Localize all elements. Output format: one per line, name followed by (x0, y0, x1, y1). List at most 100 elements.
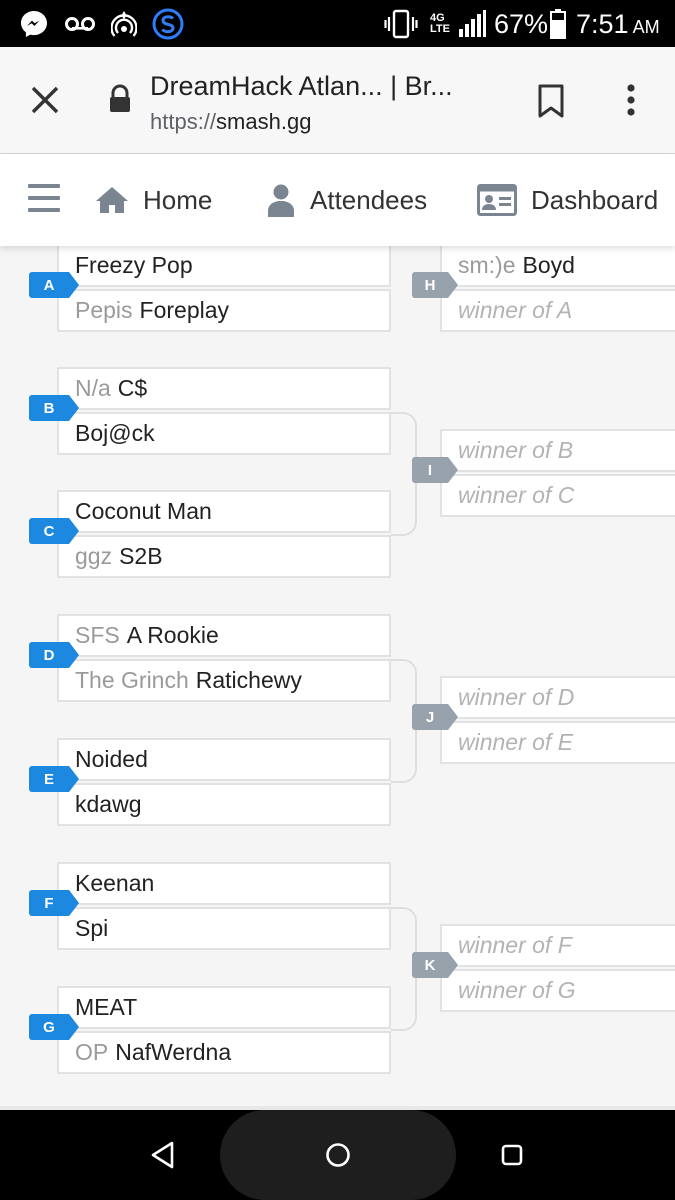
bookmark-icon[interactable] (532, 79, 570, 123)
set-identifier-badge: C (29, 518, 79, 544)
player-slot[interactable]: SFS A Rookie (57, 614, 391, 657)
player-prefix: ggz (75, 543, 113, 569)
match-set[interactable]: winner of B winner of C I (412, 429, 675, 519)
set-identifier-badge: K (412, 952, 458, 978)
player-slot-placeholder[interactable]: winner of B (440, 429, 675, 472)
player-slot[interactable]: Keenan (57, 862, 391, 905)
overflow-menu-icon[interactable] (612, 77, 650, 123)
player-slot[interactable]: Boj@ck (57, 412, 391, 455)
match-set[interactable]: Noided kdawg E (29, 738, 391, 828)
recents-icon[interactable] (494, 1137, 530, 1173)
player-slot-placeholder[interactable]: winner of D (440, 676, 675, 719)
nav-item-dashboard[interactable]: Dashboard (477, 154, 658, 246)
hotspot-icon (110, 9, 138, 39)
player-name: Ratichewy (195, 667, 302, 693)
player-slot-placeholder[interactable]: winner of G (440, 969, 675, 1012)
url-scheme: https:// (150, 109, 217, 134)
nav-item-home[interactable]: Home (95, 154, 212, 246)
home-circle-icon[interactable] (320, 1137, 356, 1173)
battery-icon (548, 9, 568, 39)
player-slot-placeholder[interactable]: winner of A (440, 289, 675, 332)
player-slot-placeholder[interactable]: winner of C (440, 474, 675, 517)
set-identifier-badge: G (29, 1014, 79, 1040)
hamburger-menu-icon[interactable] (28, 184, 60, 212)
player-slot[interactable]: OP NafWerdna (57, 1031, 391, 1074)
player-name: winner of D (458, 684, 575, 710)
lock-icon (107, 84, 133, 114)
player-slot-placeholder[interactable]: winner of E (440, 721, 675, 764)
match-set[interactable]: MEAT OP NafWerdna G (29, 986, 391, 1076)
player-slot-placeholder[interactable]: winner of F (440, 924, 675, 967)
player-slot[interactable]: Freezy Pop (57, 246, 391, 287)
clock-ampm: AM (632, 17, 660, 37)
player-name: Noided (75, 746, 148, 772)
vibrate-icon (384, 9, 418, 39)
player-name: winner of A (458, 297, 573, 323)
player-slot[interactable]: kdawg (57, 783, 391, 826)
url-display[interactable]: https://smash.gg (150, 109, 311, 135)
player-prefix: The Grinch (75, 667, 189, 693)
match-set[interactable]: Coconut Man ggz S2B C (29, 490, 391, 580)
match-set[interactable]: Freezy Pop Pepis Foreplay A (29, 246, 391, 334)
player-name: winner of E (458, 729, 574, 755)
match-set[interactable]: Keenan Spi F (29, 862, 391, 952)
messenger-icon (18, 9, 50, 39)
player-name: kdawg (75, 791, 142, 817)
home-icon (96, 187, 128, 213)
match-set[interactable]: SFS A Rookie The Grinch Ratichewy D (29, 614, 391, 704)
player-slot[interactable]: The Grinch Ratichewy (57, 659, 391, 702)
match-set[interactable]: winner of F winner of G K (412, 924, 675, 1014)
site-nav: Home Attendees Dashboard (0, 154, 675, 246)
browser-toolbar: DreamHack Atlan... | Br... https://smash… (0, 47, 675, 154)
player-name: Freezy Pop (75, 252, 193, 278)
player-slot[interactable]: sm:)e Boyd (440, 246, 675, 287)
player-slot[interactable]: Coconut Man (57, 490, 391, 533)
set-identifier-badge: H (412, 272, 458, 298)
nav-item-label: Home (143, 184, 213, 215)
page-title[interactable]: DreamHack Atlan... | Br... (150, 71, 453, 102)
player-prefix: sm:)e (458, 252, 516, 278)
player-name: Spi (75, 915, 109, 941)
nav-item-label: Attendees (310, 184, 428, 215)
player-prefix: Pepis (75, 297, 133, 323)
back-icon[interactable] (145, 1137, 181, 1173)
close-icon[interactable] (22, 77, 68, 123)
battery-percent: 67% (494, 9, 549, 39)
set-identifier-badge: B (29, 395, 79, 421)
player-slot[interactable]: Pepis Foreplay (57, 289, 391, 332)
player-slot[interactable]: Noided (57, 738, 391, 781)
player-name: NafWerdna (115, 1039, 232, 1065)
set-identifier-badge: F (29, 890, 79, 916)
url-host: smash.gg (216, 109, 312, 134)
player-slot[interactable]: N/a C$ (57, 367, 391, 410)
player-name: Foreplay (139, 297, 230, 323)
clock: 7:51 AM (576, 6, 660, 45)
player-slot[interactable]: ggz S2B (57, 535, 391, 578)
id-card-icon (477, 184, 517, 216)
clock-time: 7:51 (576, 9, 629, 39)
player-name: winner of G (458, 977, 576, 1003)
player-prefix: OP (75, 1039, 109, 1065)
player-slot[interactable]: Spi (57, 907, 391, 950)
set-identifier-badge: D (29, 642, 79, 668)
player-name: MEAT (75, 994, 138, 1020)
bracket: Freezy Pop Pepis Foreplay A N/a C$ Boj@ck … (0, 246, 675, 1106)
player-name: Keenan (75, 870, 155, 896)
match-set[interactable]: winner of D winner of E J (412, 676, 675, 766)
set-identifier-badge: A (29, 272, 79, 298)
nav-item-label: Dashboard (531, 184, 659, 215)
player-slot[interactable]: MEAT (57, 986, 391, 1029)
status-bar: 4G LTE 67% 7:51 AM (0, 0, 675, 47)
set-identifier-badge: E (29, 766, 79, 792)
set-identifier-badge: I (412, 457, 458, 483)
nav-item-attendees[interactable]: Attendees (266, 154, 427, 246)
player-prefix: N/a (75, 375, 111, 401)
match-set[interactable]: N/a C$ Boj@ck B (29, 367, 391, 457)
player-name: Coconut Man (75, 498, 212, 524)
player-prefix: SFS (75, 622, 120, 648)
4g-lte-icon: 4G LTE (430, 9, 454, 39)
match-set[interactable]: sm:)e Boyd winner of A H (412, 246, 675, 334)
s-app-icon (152, 8, 184, 40)
player-name: Boyd (522, 252, 575, 278)
signal-icon (456, 9, 488, 39)
